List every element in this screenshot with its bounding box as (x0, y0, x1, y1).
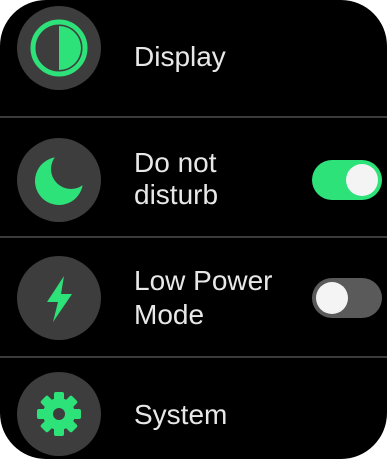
contrast-icon (17, 6, 101, 90)
moon-icon (17, 138, 101, 222)
gear-icon (17, 372, 101, 456)
low-power-mode-toggle[interactable] (312, 278, 382, 318)
watch-screen: Display Do not disturb Low Power Mode Sy… (0, 0, 387, 459)
settings-item-label: System (134, 399, 228, 430)
settings-item-label-line2: Mode (134, 299, 205, 330)
settings-item-label-line1: Do not (134, 147, 217, 178)
toggle-knob (346, 164, 378, 196)
settings-item-low-power-mode[interactable]: Low Power Mode (0, 238, 387, 358)
settings-item-do-not-disturb[interactable]: Do not disturb (0, 118, 387, 238)
lightning-bolt-icon (17, 256, 101, 340)
toggle-knob (316, 282, 348, 314)
do-not-disturb-toggle[interactable] (312, 160, 382, 200)
settings-item-system[interactable]: System (0, 358, 387, 459)
settings-item-display[interactable]: Display (0, 0, 387, 118)
settings-item-label-line2: disturb (134, 179, 219, 210)
settings-item-label-line1: Low Power (134, 265, 273, 296)
settings-item-label: Display (134, 41, 226, 72)
